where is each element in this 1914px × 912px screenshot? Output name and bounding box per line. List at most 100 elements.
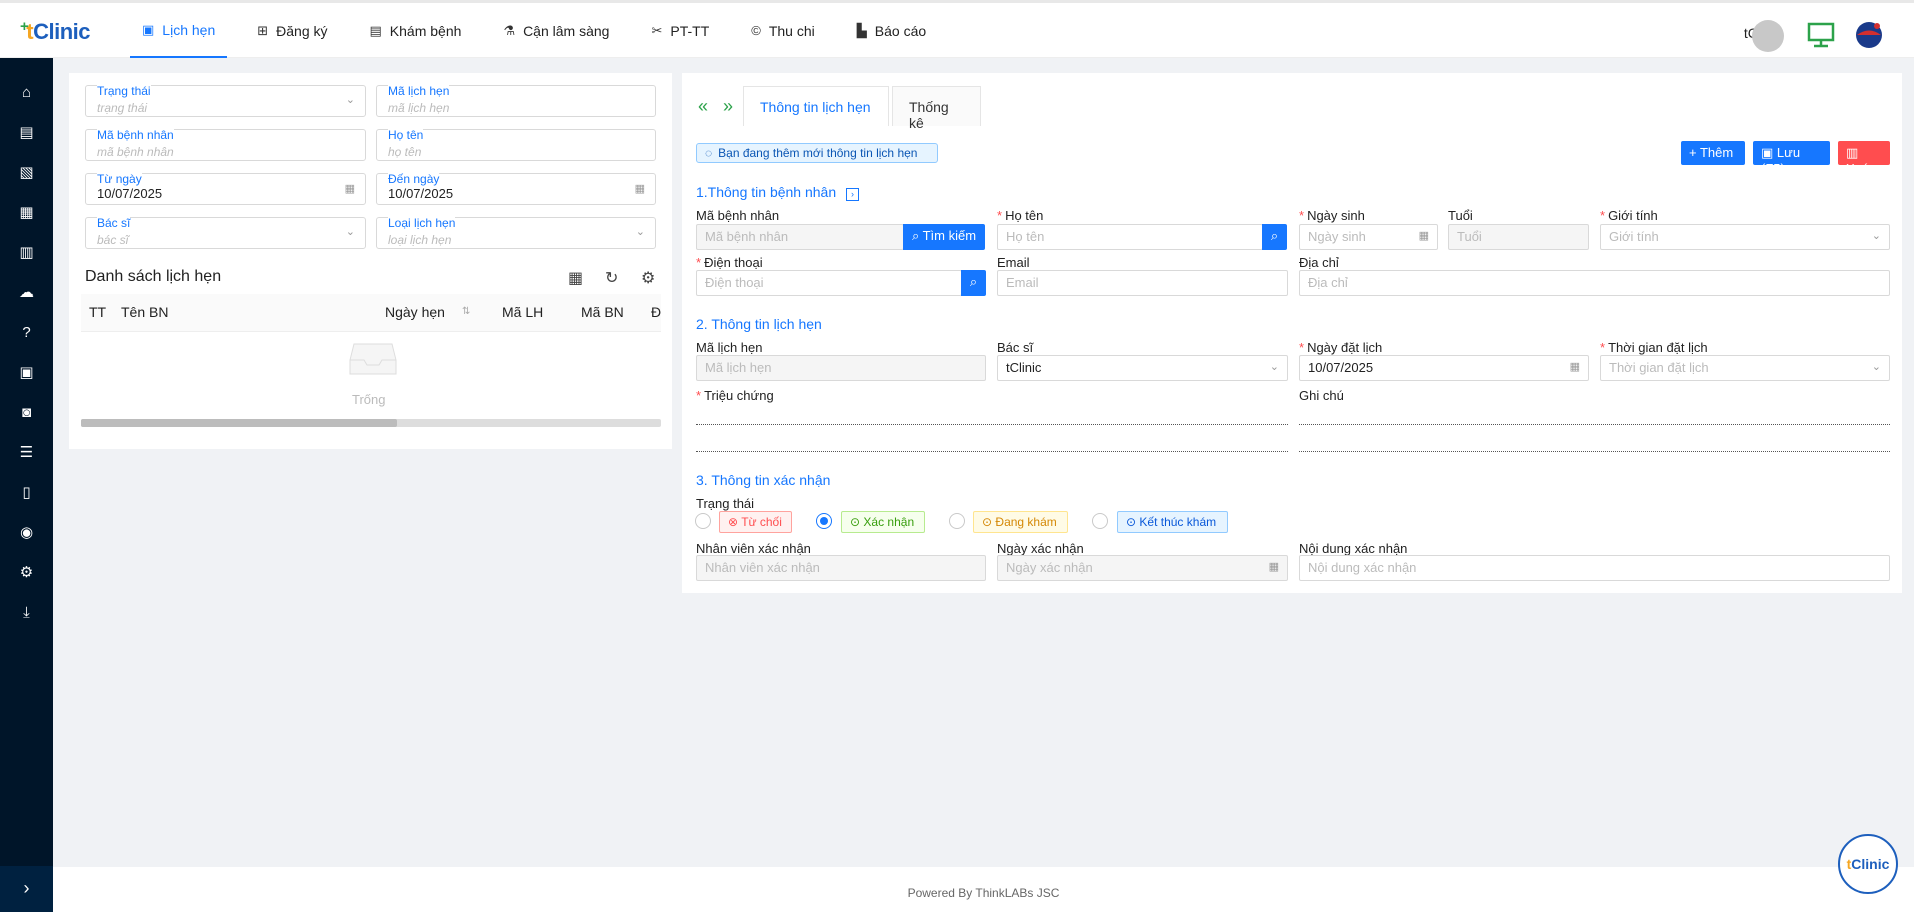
home-icon[interactable]: ⌂ — [0, 73, 53, 113]
doctor-label: Bác sĩ — [997, 340, 1034, 355]
column-header[interactable]: Mã LH — [502, 304, 543, 320]
sort-icon[interactable]: ⇅ — [462, 306, 470, 317]
radio-ket-thuc-kham[interactable] — [1092, 513, 1108, 529]
label-text: Điện thoại — [704, 255, 763, 270]
search-phone-button[interactable]: ⌕ — [961, 270, 986, 296]
phone-input[interactable]: Điện thoại — [696, 270, 962, 296]
nav-thu-chi[interactable]: © Thu chi — [739, 3, 827, 58]
symptoms-textarea[interactable] — [696, 424, 1288, 452]
booking-time-label: * Thời gian đặt lịch — [1600, 340, 1708, 355]
cloud-upload-icon[interactable]: ☁ — [0, 273, 53, 313]
delete-icon: ▥ — [1846, 145, 1859, 160]
full-name-filter[interactable]: Họ tên họ tên — [376, 128, 656, 161]
open-link-icon[interactable]: › — [846, 188, 860, 201]
search-name-button[interactable]: ⌕ — [1262, 224, 1287, 250]
age-label: Tuổi — [1448, 208, 1473, 223]
column-header[interactable]: Mã BN — [581, 304, 624, 320]
add-button[interactable]: + Thêm — [1681, 141, 1745, 165]
note-textarea[interactable] — [1299, 424, 1890, 452]
chevrons-left-icon[interactable]: « — [698, 96, 708, 117]
refresh-icon[interactable]: ↻ — [605, 268, 618, 288]
section-appointment-info: 2. Thông tin lịch hẹn — [696, 316, 822, 332]
radio-tu-choi[interactable] — [695, 513, 711, 529]
booking-date-input[interactable]: 10/07/2025 ▦ — [1299, 355, 1589, 381]
section-title: 1.Thông tin bệnh nhân — [696, 184, 837, 200]
chevron-down-icon: ⌄ — [1269, 361, 1279, 373]
avatar[interactable] — [1752, 20, 1784, 52]
confirm-content-label: Nội dung xác nhận — [1299, 541, 1408, 556]
address-input[interactable]: Địa chỉ — [1299, 270, 1890, 296]
staff-input[interactable]: Nhân viên xác nhận — [696, 555, 986, 581]
language-flag-icon[interactable] — [1855, 20, 1887, 50]
column-header[interactable]: Đ — [651, 304, 661, 320]
column-header[interactable]: Ngày hẹn — [385, 304, 445, 320]
nav-label: Đăng ký — [276, 22, 328, 39]
calendar-icon[interactable]: ▦ — [568, 268, 583, 288]
tag-label: Đang khám — [995, 515, 1057, 529]
patient-code-label: Mã bệnh nhân — [696, 208, 780, 223]
scrollbar-thumb[interactable] — [81, 419, 397, 427]
radio-xac-nhan[interactable] — [816, 513, 832, 529]
settings-icon[interactable]: ⚙ — [0, 553, 53, 593]
nav-label: Báo cáo — [874, 22, 927, 39]
search-patient-button[interactable]: ⌕ Tìm kiếm — [903, 224, 985, 250]
delete-button[interactable]: ▥ Xoá — [1838, 141, 1890, 176]
store-icon[interactable]: ▦ — [0, 193, 53, 233]
radio-dang-kham[interactable] — [949, 513, 965, 529]
nav-kham-benh[interactable]: ▤ Khám bệnh — [358, 3, 474, 58]
age-input[interactable]: Tuổi — [1448, 224, 1589, 250]
status-filter[interactable]: Trạng thái trạng thái ⌄ — [85, 84, 366, 117]
check-circle-icon: ⊙ — [850, 515, 861, 529]
id-card-icon[interactable]: ▤ — [0, 113, 53, 153]
from-date-filter[interactable]: Từ ngày 10/07/2025 ▦ — [85, 172, 366, 205]
patient-code-input[interactable]: Mã bệnh nhân — [696, 224, 904, 250]
empty-inbox-icon — [348, 340, 398, 376]
exam-icon: ▤ — [369, 22, 382, 38]
tab-thong-ke[interactable]: Thống kê — [892, 86, 981, 131]
appointment-type-filter[interactable]: Loại lịch hẹn loại lịch hẹn ⌄ — [376, 216, 656, 249]
email-input[interactable]: Email — [997, 270, 1288, 296]
nav-bao-cao[interactable]: ▙ Báo cáo — [845, 3, 938, 58]
placeholder: Ngày xác nhận — [1006, 560, 1093, 575]
confirm-content-input[interactable]: Nội dung xác nhận — [1299, 555, 1890, 581]
monitor-icon[interactable] — [1807, 22, 1835, 48]
confirm-date-input[interactable]: Ngày xác nhận ▦ — [997, 555, 1288, 581]
booking-time-select[interactable]: Thời gian đặt lịch ⌄ — [1600, 355, 1890, 381]
dob-input[interactable]: Ngày sinh ▦ — [1299, 224, 1438, 250]
list-icon[interactable]: ☰ — [0, 433, 53, 473]
money-icon: © — [751, 23, 761, 38]
appointment-code-input[interactable]: Mã lịch hẹn — [696, 355, 986, 381]
doctor-filter[interactable]: Bác sĩ bác sĩ ⌄ — [85, 216, 366, 249]
section-confirmation-info: 3. Thông tin xác nhận — [696, 472, 831, 488]
full-name-input[interactable]: Họ tên — [997, 224, 1263, 250]
document-icon[interactable]: ▯ — [0, 473, 53, 513]
horizontal-scrollbar[interactable] — [81, 419, 661, 427]
plus-icon: + — [1689, 145, 1697, 160]
appointment-code-filter[interactable]: Mã lịch hẹn mã lịch hẹn — [376, 84, 656, 117]
download-icon[interactable]: ⤓ — [0, 593, 53, 633]
contact-card-icon[interactable]: ▣ — [0, 353, 53, 393]
tab-thong-tin-lich-hen[interactable]: Thông tin lịch hẹn — [743, 86, 889, 126]
help-icon[interactable]: ? — [0, 313, 53, 353]
sidebar-expand-button[interactable]: › — [0, 866, 53, 912]
chevrons-right-icon[interactable]: » — [723, 96, 733, 117]
nav-dang-ky[interactable]: ⊞ Đăng ký — [245, 3, 339, 58]
column-header[interactable]: Tên BN — [121, 304, 168, 320]
doctor-select[interactable]: tClinic ⌄ — [997, 355, 1288, 381]
nav-lich-hen[interactable]: ▣ Lịch hẹn — [130, 3, 228, 58]
gender-select[interactable]: Giới tính ⌄ — [1600, 224, 1890, 250]
app-logo[interactable]: +tClinic — [20, 18, 90, 45]
nav-pt-tt[interactable]: ✂ PT-TT — [639, 3, 721, 58]
save-button[interactable]: ▣ Lưu (F5) — [1753, 141, 1830, 176]
nav-can-lam-sang[interactable]: ⚗ Cận lâm sàng — [491, 3, 621, 58]
floating-app-logo[interactable]: tClinic — [1838, 834, 1898, 894]
table-icon[interactable]: ▥ — [0, 233, 53, 273]
patient-code-filter[interactable]: Mã bệnh nhân mã bệnh nhân — [85, 128, 366, 161]
column-header[interactable]: TT — [89, 304, 106, 320]
money-bill-icon[interactable]: ◙ — [0, 393, 53, 433]
user-circle-icon[interactable]: ◉ — [0, 513, 53, 553]
to-date-filter[interactable]: Đến ngày 10/07/2025 ▦ — [376, 172, 656, 205]
field-label: Từ ngày — [97, 172, 142, 186]
image-icon[interactable]: ▧ — [0, 153, 53, 193]
settings-icon[interactable]: ⚙ — [641, 268, 655, 288]
